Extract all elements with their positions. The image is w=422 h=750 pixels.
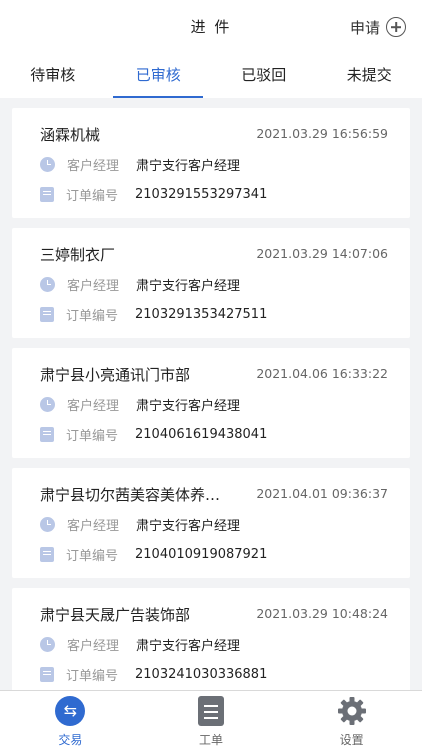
document-icon (40, 186, 54, 202)
document-icon (40, 306, 54, 322)
list-item[interactable]: 肃宁县切尔茜美容美体养… 2021.04.01 09:36:37 客户经理 肃宁… (12, 468, 410, 578)
manager-row: 客户经理 肃宁支行客户经理 (40, 634, 240, 654)
order-label: 订单编号 (66, 188, 119, 204)
order-label: 订单编号 (66, 308, 119, 324)
manager-label: 客户经理 (67, 638, 120, 654)
manager-value: 肃宁支行客户经理 (136, 398, 241, 414)
apply-label: 申请 (349, 18, 380, 37)
order-row: 订单编号 2103241030336881 (40, 664, 267, 684)
document-icon (40, 546, 54, 562)
order-row: 订单编号 2103291553297341 (40, 184, 267, 204)
manager-label: 客户经理 (67, 278, 120, 294)
list-item[interactable]: 肃宁县天晟广告装饰部 2021.03.29 10:48:24 客户经理 肃宁支行… (12, 588, 410, 690)
nav-label-settings: 设置 (339, 733, 364, 747)
list-item[interactable]: 涵霖机械 2021.03.29 16:56:59 客户经理 肃宁支行客户经理 订… (12, 108, 410, 218)
status-tabs: 待审核 已审核 已驳回 未提交 (0, 52, 422, 98)
manager-row: 客户经理 肃宁支行客户经理 (40, 274, 240, 294)
manager-value: 肃宁支行客户经理 (136, 638, 241, 654)
bottom-nav: ⇆ 交易 工单 设置 (0, 690, 422, 750)
worksheet-icon (198, 696, 224, 726)
manager-value: 肃宁支行客户经理 (136, 278, 241, 294)
plus-circle-icon (386, 17, 406, 37)
clock-icon (40, 636, 55, 652)
company-name: 肃宁县切尔茜美容美体养… (40, 486, 221, 504)
submit-time: 2021.03.29 14:07:06 (256, 246, 388, 261)
order-row: 订单编号 2103291353427511 (40, 304, 267, 324)
order-label: 订单编号 (66, 548, 119, 564)
order-label: 订单编号 (66, 428, 119, 444)
document-icon (40, 426, 54, 442)
submit-time: 2021.04.06 16:33:22 (256, 366, 388, 381)
submit-time: 2021.04.01 09:36:37 (256, 486, 388, 501)
gear-icon (337, 697, 366, 725)
order-row: 订单编号 2104061619438041 (40, 424, 267, 444)
manager-label: 客户经理 (67, 518, 120, 534)
nav-item-settings[interactable]: 设置 (281, 691, 422, 750)
list-item[interactable]: 肃宁县小亮通讯门市部 2021.04.06 16:33:22 客户经理 肃宁支行… (12, 348, 410, 458)
top-header: 进 件 申请 (0, 0, 422, 52)
nav-label-trade: 交易 (58, 733, 83, 747)
apply-button[interactable]: 申请 (350, 15, 406, 39)
order-number: 2103241030336881 (135, 666, 268, 682)
manager-row: 客户经理 肃宁支行客户经理 (40, 154, 240, 174)
company-name: 肃宁县小亮通讯门市部 (40, 366, 191, 384)
order-label: 订单编号 (66, 668, 119, 684)
tab-pending[interactable]: 待审核 (0, 52, 106, 98)
nav-item-worksheet[interactable]: 工单 (141, 691, 282, 750)
nav-label-worksheet: 工单 (199, 733, 224, 747)
tab-unsubmitted[interactable]: 未提交 (317, 52, 422, 98)
manager-label: 客户经理 (67, 398, 120, 414)
list-item[interactable]: 三婷制衣厂 2021.03.29 14:07:06 客户经理 肃宁支行客户经理 … (12, 228, 410, 338)
application-list[interactable]: 涵霖机械 2021.03.29 16:56:59 客户经理 肃宁支行客户经理 订… (0, 98, 422, 690)
manager-value: 肃宁支行客户经理 (136, 518, 241, 534)
manager-row: 客户经理 肃宁支行客户经理 (40, 514, 240, 534)
order-number: 2104061619438041 (135, 426, 268, 442)
company-name: 涵霖机械 (40, 126, 101, 144)
order-number: 2103291353427511 (135, 306, 268, 322)
order-row: 订单编号 2104010919087921 (40, 544, 267, 564)
clock-icon (40, 396, 55, 412)
tab-reviewed[interactable]: 已审核 (106, 52, 212, 98)
manager-label: 客户经理 (67, 158, 120, 174)
exchange-icon: ⇆ (55, 696, 86, 726)
order-number: 2103291553297341 (135, 186, 268, 202)
clock-icon (40, 276, 55, 292)
manager-value: 肃宁支行客户经理 (136, 158, 241, 174)
order-number: 2104010919087921 (135, 546, 268, 562)
manager-row: 客户经理 肃宁支行客户经理 (40, 394, 240, 414)
company-name: 三婷制衣厂 (40, 246, 116, 264)
clock-icon (40, 516, 55, 532)
document-icon (40, 666, 54, 682)
submit-time: 2021.03.29 16:56:59 (256, 126, 388, 141)
company-name: 肃宁县天晟广告装饰部 (40, 606, 191, 624)
submit-time: 2021.03.29 10:48:24 (256, 606, 388, 621)
clock-icon (40, 156, 55, 172)
tab-rejected[interactable]: 已驳回 (211, 52, 317, 98)
nav-item-trade[interactable]: ⇆ 交易 (0, 691, 141, 750)
